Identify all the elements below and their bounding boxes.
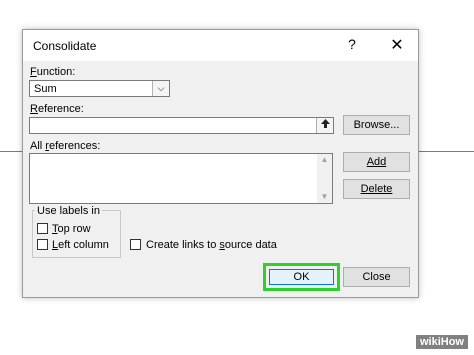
- scroll-up-icon[interactable]: ▲: [317, 154, 332, 166]
- left-column-label: Left column: [52, 239, 109, 251]
- browse-button[interactable]: Browse...: [343, 115, 410, 135]
- chevron-down-icon[interactable]: ⌵: [152, 81, 169, 96]
- dialog-titlebar: Consolidate ? ✕: [23, 30, 418, 61]
- ok-button-highlight: OK: [263, 263, 340, 291]
- all-references-label: All references:: [30, 140, 101, 152]
- reference-label: Reference:: [30, 103, 84, 115]
- close-button[interactable]: Close: [343, 267, 410, 287]
- function-dropdown[interactable]: Sum ⌵: [29, 80, 170, 97]
- ok-button[interactable]: OK: [269, 269, 334, 285]
- reference-input[interactable]: [29, 117, 334, 134]
- scroll-down-icon[interactable]: ▼: [317, 191, 332, 203]
- function-label: Function:: [30, 66, 76, 78]
- close-icon[interactable]: ✕: [387, 35, 407, 55]
- create-links-label: Create links to source data: [146, 239, 277, 251]
- list-scrollbar[interactable]: ▲ ▼: [317, 154, 332, 203]
- dialog-title: Consolidate: [33, 39, 97, 53]
- collapse-dialog-icon[interactable]: [316, 118, 333, 133]
- top-row-label: Top row: [52, 223, 91, 235]
- consolidate-dialog: Consolidate ? ✕ Function: Sum ⌵ Referenc…: [22, 29, 419, 298]
- use-labels-title: Use labels in: [35, 205, 102, 217]
- wikihow-watermark: wikiHow: [415, 335, 468, 349]
- function-selected-value: Sum: [34, 83, 57, 95]
- delete-button[interactable]: Delete: [343, 179, 410, 199]
- all-references-list[interactable]: ▲ ▼: [29, 153, 333, 204]
- left-column-checkbox[interactable]: [37, 239, 48, 250]
- create-links-checkbox[interactable]: [130, 239, 141, 250]
- top-row-checkbox[interactable]: [37, 223, 48, 234]
- add-button[interactable]: Add: [343, 152, 410, 172]
- help-icon[interactable]: ?: [344, 36, 360, 52]
